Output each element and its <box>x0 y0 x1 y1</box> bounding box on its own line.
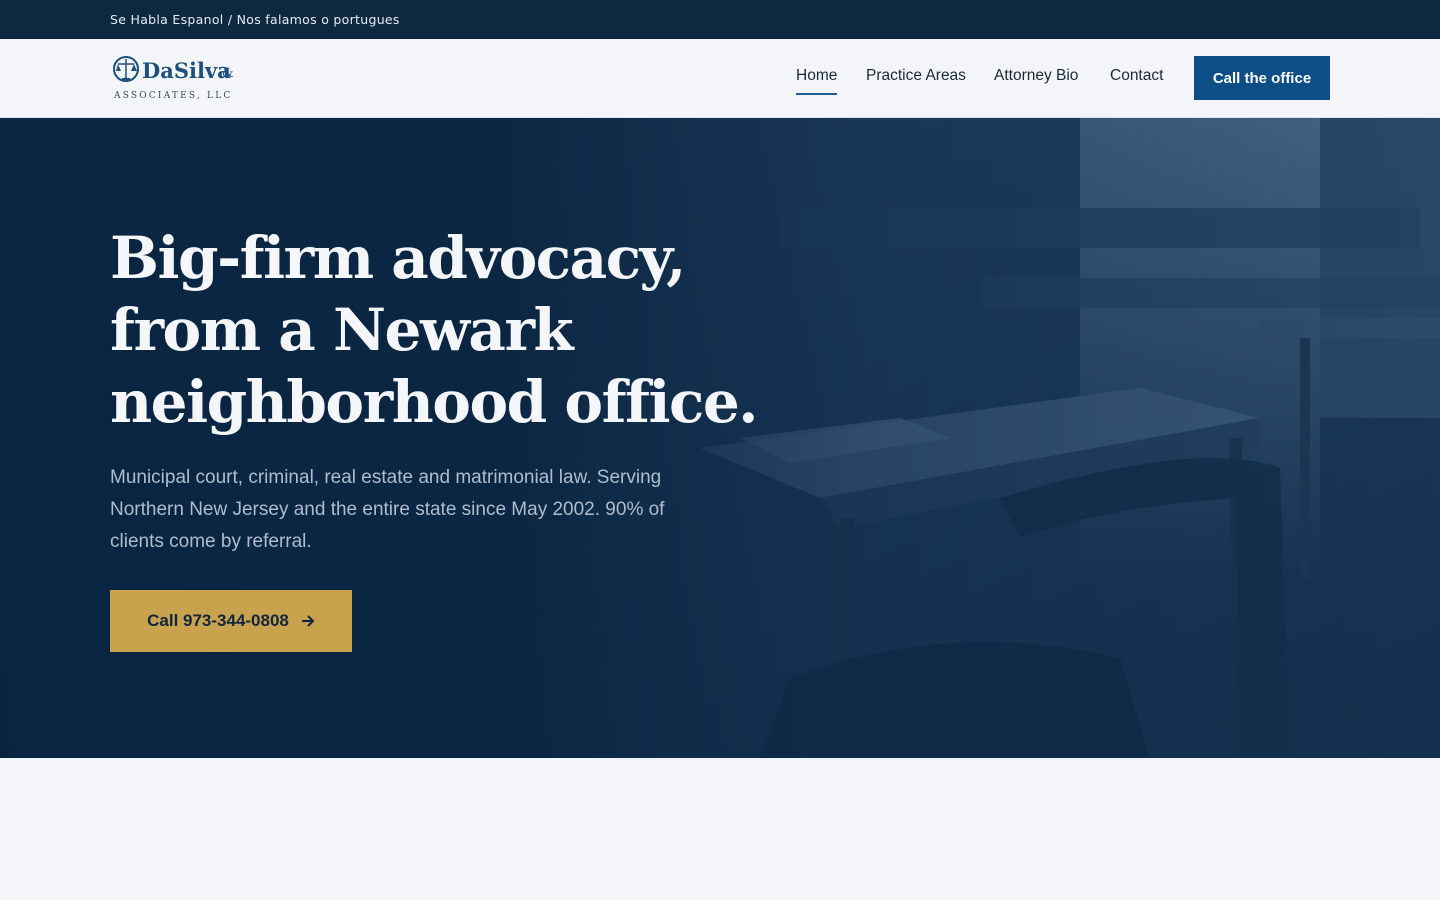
call-phone-label: Call 973-344-0808 <box>147 611 289 630</box>
hero-headline-line-3: neighborhood office. <box>110 368 758 436</box>
language-notice: Se Habla Espanol / Nos falamos o portugu… <box>110 12 400 27</box>
logo-wordmark: DaSilva <box>142 58 231 83</box>
nav-practice-areas[interactable]: Practice Areas <box>866 67 966 85</box>
scales-of-justice-icon <box>113 56 139 82</box>
next-section <box>0 758 1440 900</box>
call-phone-button[interactable]: Call 973-344-0808 <box>110 590 352 652</box>
call-office-button[interactable]: Call the office <box>1194 56 1330 100</box>
nav-attorney-bio[interactable]: Attorney Bio <box>994 67 1078 85</box>
site-header: DaSilva & ASSOCIATES, LLC Home Practice … <box>0 39 1440 118</box>
hero-headline-line-1: Big-firm advocacy, <box>110 224 686 292</box>
logo-ampersand: & <box>222 66 234 81</box>
logo-subtitle: ASSOCIATES, LLC <box>113 91 232 101</box>
hero-headline: Big-firm advocacy, from a Newark neighbo… <box>110 222 770 438</box>
nav-home[interactable]: Home <box>796 67 838 95</box>
hero-subtitle: Municipal court, criminal, real estate a… <box>110 467 665 552</box>
hero-overlay <box>0 118 1440 758</box>
nav-contact[interactable]: Contact <box>1110 67 1163 85</box>
arrow-right-icon <box>301 615 315 627</box>
top-announcement-bar: Se Habla Espanol / Nos falamos o portugu… <box>0 0 1440 39</box>
hero-section: Big-firm advocacy, from a Newark neighbo… <box>0 118 1440 758</box>
hero-headline-line-2: from a Newark <box>110 296 574 364</box>
firm-logo[interactable]: DaSilva & ASSOCIATES, LLC <box>112 54 242 102</box>
